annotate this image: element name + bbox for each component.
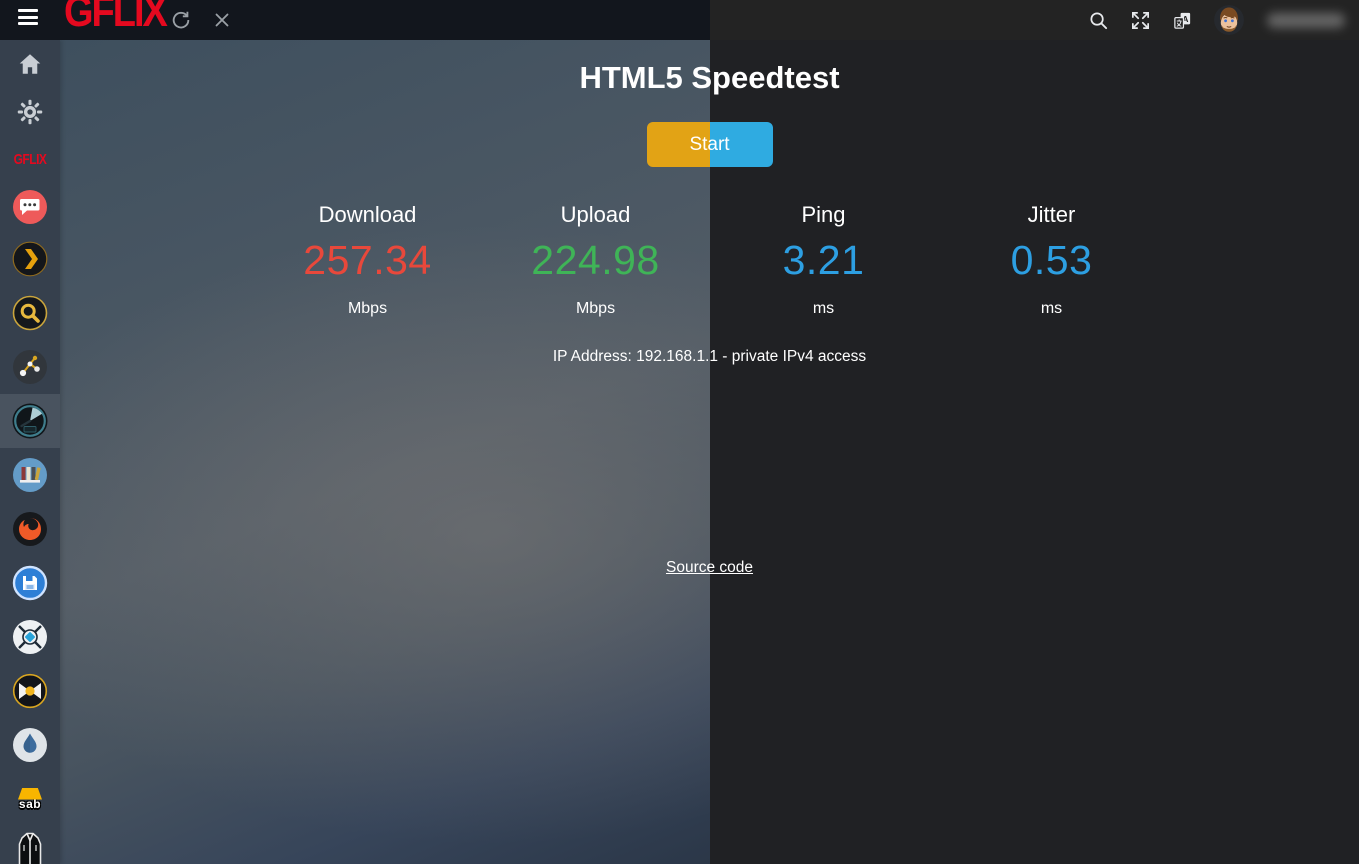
sidebar-item-bookstack[interactable] — [0, 448, 60, 502]
plex-icon — [12, 241, 48, 277]
sidebar: GFLIX — [0, 40, 60, 864]
radarr-icon — [12, 673, 48, 709]
username-blurred[interactable] — [1267, 13, 1345, 28]
chat-icon — [12, 189, 48, 225]
metric-label: Ping — [710, 202, 938, 228]
app-window: GFLIX A — [0, 0, 1359, 864]
sidebar-item-backup[interactable] — [0, 556, 60, 610]
sidebar-item-radarr[interactable] — [0, 664, 60, 718]
fullscreen-icon[interactable] — [1130, 10, 1151, 31]
page-title: HTML5 Speedtest — [60, 60, 1359, 96]
start-button[interactable]: Start — [647, 122, 773, 167]
results-grid: Download 257.34 Mbps Upload 224.98 Mbps … — [254, 202, 1166, 318]
sonarr-icon — [12, 619, 48, 655]
metric-unit: ms — [710, 300, 938, 318]
metric-unit: Mbps — [254, 300, 482, 318]
sidebar-item-chat[interactable] — [0, 182, 60, 232]
speedtest-page: HTML5 Speedtest Start Download 257.34 Mb… — [60, 40, 1359, 864]
metric-label: Upload — [482, 202, 710, 228]
metric-label: Download — [254, 202, 482, 228]
sidebar-item-grafana[interactable] — [0, 502, 60, 556]
topbar-left: GFLIX — [0, 0, 710, 40]
metric-ping: Ping 3.21 ms — [710, 202, 938, 318]
magnifier-app-icon — [12, 295, 48, 331]
gear-icon — [16, 98, 44, 126]
metric-label: Jitter — [938, 202, 1166, 228]
sidebar-item-settings[interactable] — [0, 88, 60, 136]
tautulli-icon — [12, 349, 48, 385]
topbar: GFLIX A — [0, 0, 1359, 40]
sidebar-item-speedtest[interactable] — [0, 394, 60, 448]
metric-value: 257.34 — [254, 237, 482, 284]
metric-download: Download 257.34 Mbps — [254, 202, 482, 318]
metric-jitter: Jitter 0.53 ms — [938, 202, 1166, 318]
refresh-icon[interactable] — [170, 9, 192, 31]
grafana-icon — [12, 511, 48, 547]
jacket-icon — [13, 831, 47, 864]
floppy-disk-icon — [12, 565, 48, 601]
sidebar-item-sabnzbd[interactable]: sab — [0, 772, 60, 826]
avatar[interactable] — [1214, 5, 1244, 35]
topbar-right: A — [710, 0, 1359, 40]
metric-unit: ms — [938, 300, 1166, 318]
search-icon[interactable] — [1088, 10, 1109, 31]
sidebar-item-jackett[interactable] — [0, 826, 60, 864]
water-drop-icon — [12, 727, 48, 763]
brand-logo[interactable]: GFLIX — [64, 0, 166, 37]
metric-value: 3.21 — [710, 237, 938, 284]
hamburger-menu-icon[interactable] — [18, 9, 40, 31]
sidebar-item-tautulli[interactable] — [0, 340, 60, 394]
sidebar-item-deluge[interactable] — [0, 718, 60, 772]
close-icon[interactable] — [211, 9, 233, 31]
sidebar-item-home[interactable] — [0, 40, 60, 88]
metric-unit: Mbps — [482, 300, 710, 318]
metric-value: 224.98 — [482, 237, 710, 284]
sabnzbd-icon: sab — [18, 788, 42, 811]
home-icon — [17, 51, 43, 77]
sidebar-item-plex[interactable] — [0, 232, 60, 286]
sidebar-item-gflix[interactable]: GFLIX — [0, 136, 60, 182]
source-code-link[interactable]: Source code — [666, 559, 753, 576]
speedtest-gauge-icon — [11, 402, 49, 440]
sidebar-item-sonarr[interactable] — [0, 610, 60, 664]
sidebar-item-search-app[interactable] — [0, 286, 60, 340]
bookshelf-icon — [12, 457, 48, 493]
metric-value: 0.53 — [938, 237, 1166, 284]
gflix-logo: GFLIX — [14, 150, 47, 168]
ip-address-text: IP Address: 192.168.1.1 - private IPv4 a… — [60, 348, 1359, 366]
translate-icon[interactable]: A — [1172, 10, 1193, 31]
metric-upload: Upload 224.98 Mbps — [482, 202, 710, 318]
